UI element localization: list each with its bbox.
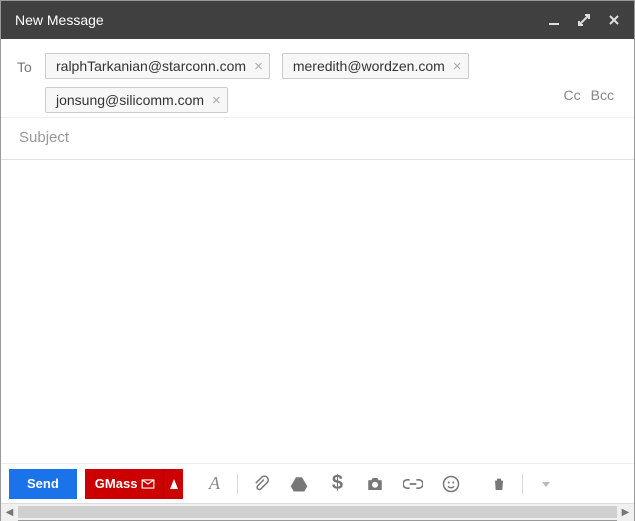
camera-icon: [365, 475, 385, 493]
send-button[interactable]: Send: [9, 469, 77, 499]
attach-file-button[interactable]: [244, 469, 278, 499]
gmass-button[interactable]: GMass: [85, 469, 164, 499]
recipient-email: jonsung@silicomm.com: [56, 92, 204, 108]
drive-icon: [289, 475, 309, 493]
bcc-button[interactable]: Bcc: [591, 87, 614, 103]
chevron-down-icon: [540, 478, 552, 490]
insert-drive-button[interactable]: [282, 469, 316, 499]
recipient-chip[interactable]: meredith@wordzen.com ×: [282, 53, 469, 79]
to-label: To: [17, 53, 45, 75]
gmass-dropdown-button[interactable]: [163, 469, 183, 499]
cc-bcc-group: Cc Bcc: [564, 53, 618, 103]
remove-recipient-icon[interactable]: ×: [453, 59, 462, 74]
recipient-chip[interactable]: ralphTarkanian@starconn.com ×: [45, 53, 270, 79]
subject-row: [1, 117, 634, 159]
scrollbar-track[interactable]: [18, 504, 617, 520]
subject-input[interactable]: [17, 128, 618, 147]
remove-recipient-icon[interactable]: ×: [212, 93, 221, 108]
more-options-button[interactable]: [529, 469, 563, 499]
remove-recipient-icon[interactable]: ×: [254, 59, 263, 74]
insert-link-button[interactable]: [396, 469, 430, 499]
titlebar: New Message: [1, 1, 634, 39]
send-button-label: Send: [27, 476, 59, 491]
message-body[interactable]: [1, 160, 634, 463]
cc-button[interactable]: Cc: [564, 87, 581, 103]
to-row: To ralphTarkanian@starconn.com × meredit…: [1, 39, 634, 117]
toolbar-divider: [237, 474, 238, 494]
formatting-button[interactable]: A: [197, 469, 231, 499]
scrollbar-thumb[interactable]: [18, 506, 617, 518]
recipient-email: meredith@wordzen.com: [293, 58, 445, 74]
horizontal-scrollbar[interactable]: ◀ ▶: [1, 503, 634, 520]
gmass-envelope-icon: [141, 477, 155, 491]
link-icon: [403, 478, 423, 490]
scroll-left-arrow[interactable]: ◀: [1, 504, 18, 521]
recipient-chips[interactable]: ralphTarkanian@starconn.com × meredith@w…: [45, 53, 564, 113]
paperclip-icon: [252, 475, 270, 493]
emoji-icon: [442, 475, 460, 493]
discard-draft-button[interactable]: [482, 469, 516, 499]
window-title: New Message: [15, 12, 546, 28]
gmass-button-group: GMass: [85, 469, 184, 499]
insert-money-button[interactable]: $: [320, 469, 354, 499]
triangle-up-icon: [169, 477, 179, 491]
close-button[interactable]: [606, 12, 622, 28]
compose-header: To ralphTarkanian@starconn.com × meredit…: [1, 39, 634, 160]
compose-toolbar: Send GMass A $: [1, 463, 634, 503]
compose-window: New Message To ralphTarkanian@starconn.c…: [0, 0, 635, 521]
trash-icon: [491, 475, 507, 493]
minimize-button[interactable]: [546, 12, 562, 28]
recipient-chip[interactable]: jonsung@silicomm.com ×: [45, 87, 228, 113]
insert-photo-button[interactable]: [358, 469, 392, 499]
expand-button[interactable]: [576, 12, 592, 28]
message-body-scroll[interactable]: [1, 160, 634, 463]
insert-emoji-button[interactable]: [434, 469, 468, 499]
toolbar-divider: [522, 474, 523, 494]
scroll-right-arrow[interactable]: ▶: [617, 504, 634, 521]
recipient-email: ralphTarkanian@starconn.com: [56, 58, 246, 74]
gmass-button-label: GMass: [95, 476, 138, 491]
